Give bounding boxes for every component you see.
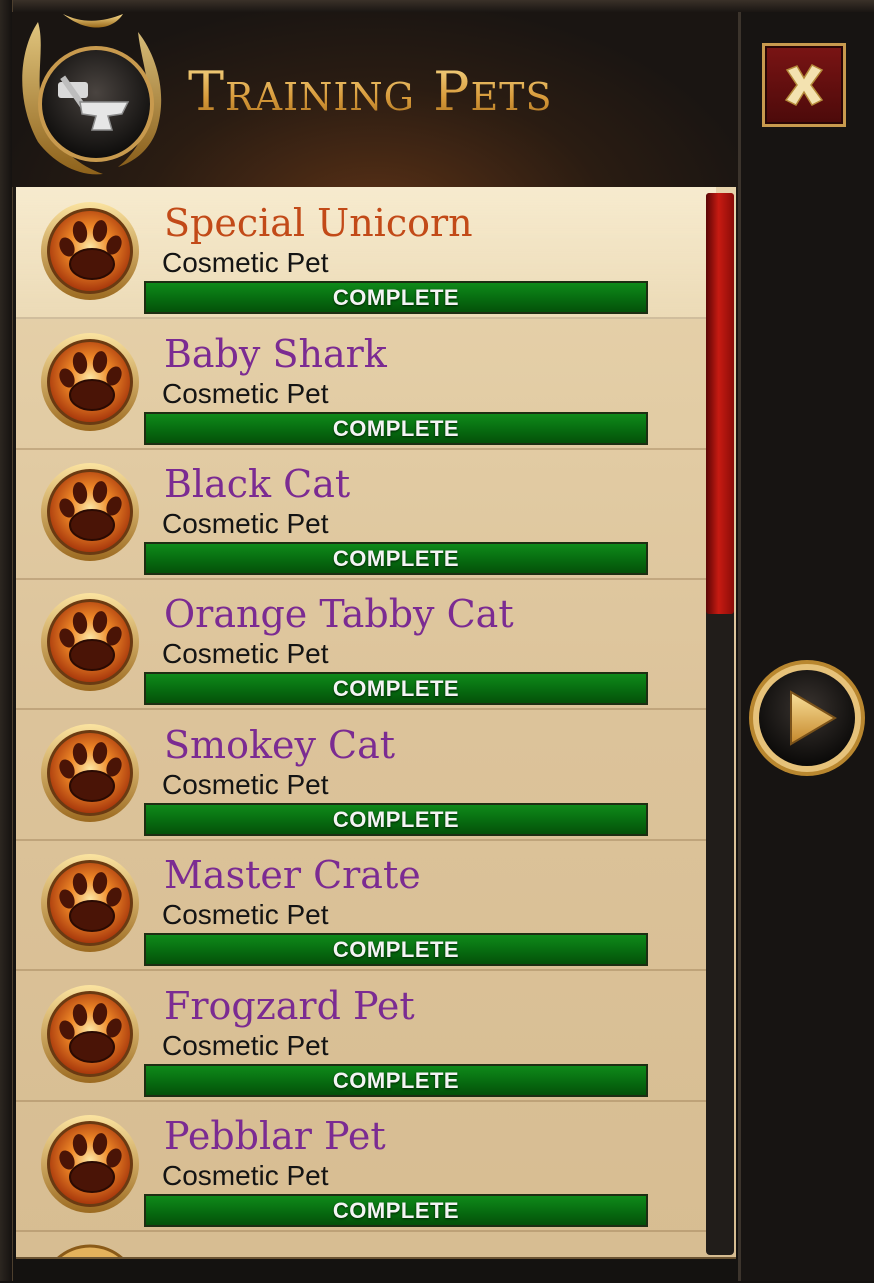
progress-bar: COMPLETE [144,933,648,966]
pet-type: Cosmetic Pet [162,769,329,800]
status-label: COMPLETE [332,1197,460,1223]
progress-bar: COMPLETE [144,412,648,445]
paw-icon [40,592,140,692]
list-item[interactable]: Smokey Cat Cosmetic Pet COMPLETE [16,709,716,841]
list-item[interactable]: Black Cat Cosmetic Pet COMPLETE [16,448,716,580]
pet-name: Frogzard Pet [164,984,415,1028]
pet-type: Cosmetic Pet [162,1160,329,1191]
paw-icon [40,332,140,432]
pet-type: Cosmetic Pet [162,899,329,930]
progress-bar: COMPLETE [144,1194,648,1227]
next-button[interactable] [745,656,869,780]
paw-icon [40,1114,140,1214]
paw-icon [40,201,140,301]
pet-list[interactable]: Special Unicorn Cosmetic Pet COMPLETE Ba… [16,187,736,1257]
list-item[interactable]: Orange Tabby Cat Cosmetic Pet COMPLETE [16,578,716,710]
pet-type: Cosmetic Pet [162,247,329,278]
pet-name: Pebblar Pet [164,1114,386,1158]
pet-type: Cosmetic Pet [162,1030,329,1061]
pet-name: Special Unicorn [164,201,473,245]
paw-icon [57,1244,123,1257]
list-item[interactable]: Frogzard Pet Cosmetic Pet COMPLETE [16,970,716,1102]
pet-type: Cosmetic Pet [162,638,329,669]
pet-name: Black Cat [164,462,351,506]
progress-bar: COMPLETE [144,1064,648,1097]
list-footer [16,1257,736,1283]
list-item[interactable]: Special Unicorn Cosmetic Pet COMPLETE [16,187,716,319]
status-label: COMPLETE [332,675,460,701]
progress-bar: COMPLETE [144,281,648,314]
status-label: COMPLETE [332,1067,460,1093]
pet-name: Baby Shark [164,332,387,376]
status-label: COMPLETE [332,936,460,962]
status-label: COMPLETE [332,284,460,310]
close-button[interactable] [762,43,846,127]
list-item[interactable]: Master Crate Cosmetic Pet COMPLETE [16,839,716,971]
frame-left-edge [0,0,13,1281]
status-label: COMPLETE [332,806,460,832]
paw-icon [40,723,140,823]
page-title: Training Pets [188,60,553,123]
list-item[interactable]: Pebblar Pet Cosmetic Pet COMPLETE [16,1100,716,1232]
paw-icon [40,984,140,1084]
paw-icon [40,853,140,953]
progress-bar: COMPLETE [144,803,648,836]
paw-icon [40,462,140,562]
status-label: COMPLETE [332,545,460,571]
close-icon [784,64,824,106]
pet-type: Cosmetic Pet [162,378,329,409]
pet-name: Orange Tabby Cat [164,592,514,636]
pet-name: Smokey Cat [164,723,396,767]
scrollbar-thumb[interactable] [706,193,734,614]
status-label: COMPLETE [332,415,460,441]
pet-type: Cosmetic Pet [162,508,329,539]
pet-name: Master Crate [164,853,421,897]
right-rail [738,12,874,1281]
anvil-hammer-icon [22,14,162,175]
list-item[interactable]: Baby Shark Cosmetic Pet COMPLETE [16,318,716,450]
progress-bar: COMPLETE [144,542,648,575]
progress-bar: COMPLETE [144,672,648,705]
